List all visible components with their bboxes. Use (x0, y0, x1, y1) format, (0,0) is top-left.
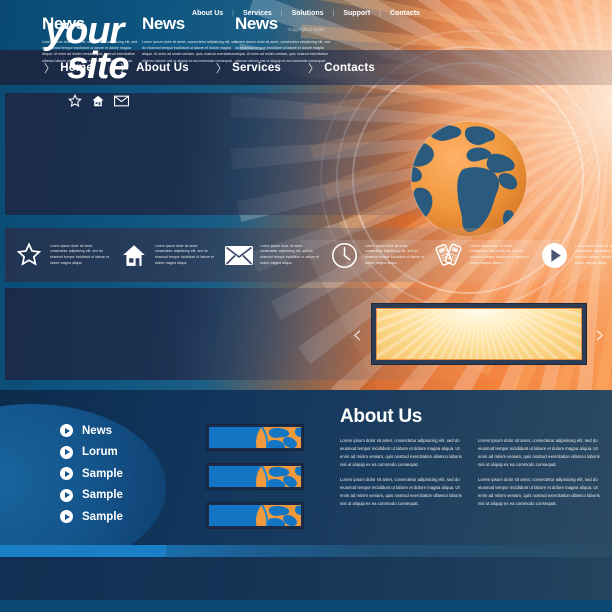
about-us-section: About Us Lorem ipsum dolor sit amet, con… (340, 406, 602, 515)
sidebar-item-label: Sample (82, 489, 123, 501)
footer-link-contacts[interactable]: Contacts (390, 10, 420, 17)
news-column-1: News Lorem ipsum dolor sit amet, consect… (42, 14, 140, 64)
mail-icon[interactable] (114, 95, 129, 107)
globe-thumbnail-2[interactable] (206, 463, 304, 490)
play-bullet-icon (60, 424, 73, 437)
logo-icon-row (68, 94, 129, 108)
home-icon (119, 240, 149, 270)
sidebar-item-sample-1[interactable]: Sample (60, 467, 123, 480)
play-bullet-icon (60, 445, 73, 459)
feature-text: Lorem ipsum dolor sit amet, consectetur … (470, 243, 529, 265)
footer-separator: | (332, 10, 335, 17)
home-icon[interactable] (91, 94, 105, 108)
feature-text: Lorem ipsum dolor sit amet, consectetur … (575, 243, 612, 265)
feature-text: Lorem ipsum dolor sit amet, consectetur … (50, 243, 109, 265)
sidebar-item-label: News (82, 424, 113, 437)
mail-icon (224, 240, 254, 270)
sidebar-item-sample-2[interactable]: Sample (60, 488, 123, 502)
slider-next-arrow[interactable]: › (595, 322, 605, 348)
star-icon[interactable] (68, 94, 82, 108)
about-us-paragraph: Lorem ipsum dolor sit amet, consectetur … (340, 438, 462, 467)
play-bullet-icon (60, 488, 73, 502)
feature-icon-strip: Lorem ipsum dolor sit amet, consectetur … (5, 228, 612, 282)
sidebar-item-label: Lorum (82, 446, 118, 458)
footer-link-solutions[interactable]: Solutions (292, 10, 324, 17)
globe-thumbnail-1[interactable] (206, 424, 304, 451)
about-us-columns: Lorem ipsum dolor sit amet, consectetur … (340, 437, 602, 515)
about-us-paragraph: Lorem ipsum dolor sit amet, consectetur … (340, 476, 462, 506)
slider-prev-arrow[interactable]: ‹ (352, 322, 362, 348)
sidebar-item-label: Sample (82, 510, 123, 523)
about-us-column-2: Lorem ipsum dolor sit amet, consectetur … (478, 437, 602, 515)
globe-thumbnail-3[interactable] (206, 502, 304, 529)
about-us-heading: About Us (340, 406, 423, 427)
sidebar-item-lorum[interactable]: Lorum (60, 445, 123, 459)
news-body: Lorem ipsum dolor sit amet, consectetur … (142, 40, 238, 63)
about-us-paragraph: Lorem ipsum dolor sit amet, consectetur … (478, 476, 600, 506)
phones-icon (434, 240, 464, 270)
accent-strip-circle-overlap (0, 545, 166, 557)
sidebar-item-news[interactable]: News (60, 424, 123, 437)
footer-link-row: About Us | Services | Solutions | Suppor… (0, 10, 612, 17)
news-body: Lorem ipsum dolor sit amet, consectetur … (42, 40, 138, 63)
feature-item-home[interactable]: Lorem ipsum dolor sit amet, consectetur … (110, 240, 215, 270)
feature-text: Lorem ipsum dolor sit amet, consectetur … (155, 243, 214, 265)
news-column-3: News Lorem ipsum dolor sit amet, consect… (235, 14, 333, 64)
footer-link-support[interactable]: Support (343, 10, 370, 17)
feature-item-mail[interactable]: Lorem ipsum dolor sit amet, consectetur … (215, 240, 320, 270)
sidebar-link-list: News Lorum Sample Sample Sample (60, 424, 123, 532)
feature-text: Lorem ipsum dolor sit amet, consectetur … (365, 243, 424, 265)
feature-item-play[interactable]: Lorem ipsum dolor sit amet, consectetur … (530, 240, 612, 270)
footer-separator: | (280, 10, 283, 17)
sidebar-item-label: Sample (82, 467, 123, 480)
news-body: Lorem ipsum dolor sit amet, consectetur … (235, 40, 331, 63)
about-us-column-1: Lorem ipsum dolor sit amet, consectetur … (340, 437, 464, 515)
play-icon (539, 240, 569, 270)
footer-link-about-us[interactable]: About Us (192, 10, 223, 17)
copyright-text: Copyright © 2010 (288, 27, 324, 32)
thumbnail-image (209, 505, 301, 526)
feature-item-clock[interactable]: Lorem ipsum dolor sit amet, consectetur … (320, 240, 425, 270)
feature-item-star[interactable]: Lorem ipsum dolor sit amet, consectetur … (5, 240, 110, 270)
website-template-mockup: 〉 Home 〉 About Us 〉 Services 〉 Contacts … (0, 0, 612, 612)
footer-separator: | (232, 10, 234, 17)
thumbnail-image (209, 427, 301, 448)
slider-banner-image (376, 308, 582, 360)
play-bullet-icon (60, 467, 73, 480)
bottom-bar (0, 600, 612, 612)
clock-icon (329, 240, 359, 270)
feature-item-phones[interactable]: Lorem ipsum dolor sit amet, consectetur … (425, 240, 530, 270)
footer-separator: | (379, 10, 381, 17)
feature-text: Lorem ipsum dolor sit amet, consectetur … (260, 243, 319, 265)
thumbnail-list (206, 424, 304, 541)
sidebar-item-sample-3[interactable]: Sample (60, 510, 123, 523)
slider-banner[interactable] (371, 303, 587, 365)
star-icon (14, 240, 44, 270)
play-bullet-icon (60, 510, 73, 523)
about-us-paragraph: Lorem ipsum dolor sit amet, consectetur … (478, 438, 600, 467)
thumbnail-image (209, 466, 301, 487)
footer-link-services[interactable]: Services (243, 10, 272, 17)
news-column-2: News Lorem ipsum dolor sit amet, consect… (142, 14, 240, 64)
